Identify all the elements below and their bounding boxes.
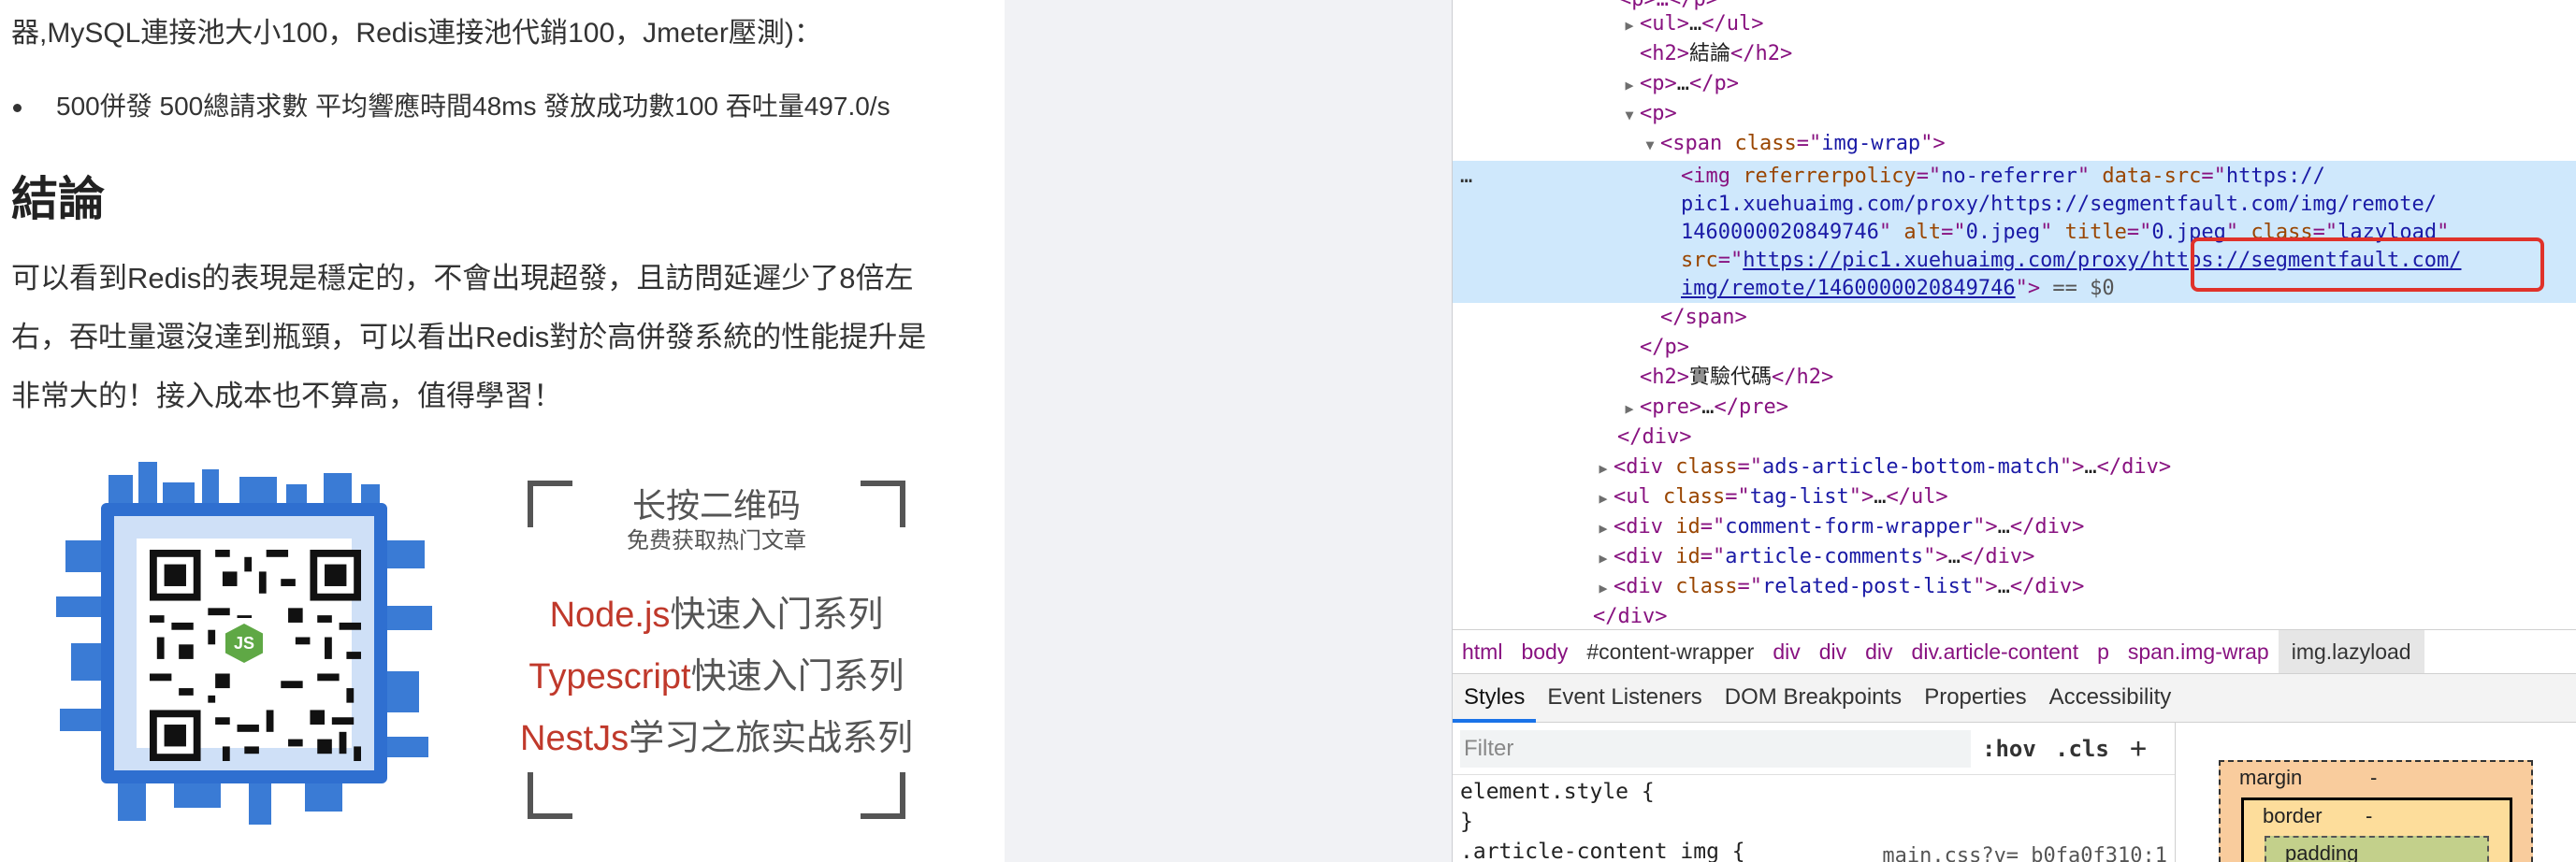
expand-arrow-icon[interactable]: ▶: [1593, 453, 1614, 483]
style-rule-selector[interactable]: .article-content img {: [1460, 837, 1745, 862]
styles-pane: :hov .cls + element.style { } .article-c…: [1453, 723, 2175, 862]
new-style-rule-button[interactable]: +: [2130, 730, 2147, 768]
box-model-pane: margin - border - padding: [2175, 723, 2576, 862]
more-actions-icon[interactable]: …: [1460, 165, 1472, 188]
dom-node-div-related[interactable]: ▶ <div class="related-post-list">…</div>: [1453, 572, 2576, 602]
article-panel: 器,MySQL連接池大小100，Redis連接池代銷100，Jmeter壓測)：…: [0, 0, 1005, 862]
dom-node-pre[interactable]: ▶ <pre>…</pre>: [1453, 393, 2576, 423]
dom-node-div-article-comments[interactable]: ▶ <div id="article-comments">…</div>: [1453, 542, 2576, 572]
paragraph-line: 可以看到Redis的表現是穩定的，不會出現超發，且訪問延遲少了8倍左: [11, 262, 914, 295]
article-paragraph: 可以看到Redis的表現是穩定的，不會出現超發，且訪問延遲少了8倍左 右，吞吐量…: [11, 249, 993, 425]
collapse-arrow-icon[interactable]: ▼: [1619, 100, 1640, 130]
hover-state-toggle[interactable]: :hov: [1982, 730, 2036, 768]
style-rule-selector[interactable]: element.style {: [1460, 777, 1745, 807]
promo-item-nodejs: Node.js快速入门系列: [549, 596, 884, 635]
dom-node-close-div[interactable]: </div>: [1453, 602, 2576, 632]
dom-node-close-p[interactable]: </p>: [1453, 333, 2576, 363]
breadcrumb-div[interactable]: div: [1856, 630, 1902, 673]
devtools-panel: <p>…</p> ▶<ul>…</ul> <h2>結論</h2> ▶<p>…</…: [1452, 0, 2576, 862]
dom-node-h2[interactable]: <h2>結論</h2>: [1453, 39, 2576, 69]
img-src-link[interactable]: img/remote/1460000020849746: [1681, 277, 2016, 300]
breadcrumb-body[interactable]: body: [1512, 630, 1577, 673]
class-toggle[interactable]: .cls: [2055, 730, 2109, 768]
page-background-gutter: [1005, 0, 1452, 862]
breadcrumb-html[interactable]: html: [1453, 630, 1512, 673]
promo-subtitle: 免费获取热门文章: [627, 528, 806, 553]
style-source-link[interactable]: main.css?v=_b0fa0f310:1: [1882, 844, 2167, 862]
expand-arrow-icon[interactable]: ▶: [1619, 70, 1640, 100]
style-rule-close: }: [1460, 810, 1473, 834]
expand-arrow-icon[interactable]: ▶: [1593, 573, 1614, 603]
promo-text-block: 长按二维码 免费获取热门文章 Node.js快速入门系列 Typescript快…: [520, 473, 913, 823]
promo-banner-image: JS 长按二维码 免费获取热门文章 Node.js快速入门系列 Typescri…: [52, 456, 913, 830]
tab-dom-breakpoints[interactable]: DOM Breakpoints: [1714, 674, 1913, 721]
tab-accessibility[interactable]: Accessibility: [2038, 674, 2183, 721]
tab-styles[interactable]: Styles: [1453, 674, 1537, 723]
dom-node-p[interactable]: ▶ <p>…</p>: [1453, 69, 2576, 99]
dom-node-div-comment-form[interactable]: ▶ <div id="comment-form-wrapper">…</div>: [1453, 512, 2576, 542]
dom-node-close-div[interactable]: </div>: [1453, 423, 2576, 453]
breadcrumb-div[interactable]: div: [1763, 630, 1809, 673]
breadcrumb-content-wrapper[interactable]: #content-wrapper: [1577, 630, 1763, 673]
dom-node-ul[interactable]: ▶ <ul>…</ul>: [1453, 9, 2576, 39]
breadcrumb-p[interactable]: p: [2088, 630, 2119, 673]
styles-filter-input[interactable]: [1460, 730, 1971, 768]
styles-filter-bar: :hov .cls +: [1453, 723, 2175, 775]
breadcrumb-div[interactable]: div: [1810, 630, 1856, 673]
breadcrumb-img-lazyload[interactable]: img.lazyload: [2278, 630, 2424, 673]
breadcrumb-span-img-wrap[interactable]: span.img-wrap: [2119, 630, 2279, 673]
dom-node-close-span[interactable]: </span>: [1453, 303, 2576, 333]
collapse-arrow-icon[interactable]: ▼: [1640, 130, 1660, 160]
box-model-margin[interactable]: margin - border - padding: [2219, 760, 2533, 862]
paragraph-line: 右，吞吐量還沒達到瓶頸，可以看出Redis對於高併發系統的性能提升是: [11, 321, 927, 353]
bullet-text: 500併發 500總請求數 平均響應時間48ms 發放成功數100 吞吐量497…: [56, 92, 890, 121]
dom-breadcrumb: html body #content-wrapper div div div div.art…: [1453, 629, 2576, 674]
qr-code-container: JS: [101, 503, 387, 783]
tab-properties[interactable]: Properties: [1913, 674, 2037, 721]
breadcrumb-article-content[interactable]: div.article-content: [1903, 630, 2089, 673]
dom-node-ul-tag-list[interactable]: ▶ <ul class="tag-list">…</ul>: [1453, 482, 2576, 512]
tab-event-listeners[interactable]: Event Listeners: [1536, 674, 1713, 721]
paragraph-line: 非常大的！接入成本也不算高，值得學習！: [11, 380, 562, 412]
article-text-line: 器,MySQL連接池大小100，Redis連接池代銷100，Jmeter壓測)：: [11, 18, 822, 49]
expand-arrow-icon[interactable]: ▶: [1593, 543, 1614, 573]
article-bullet-item: 500併發 500總請求數 平均響應時間48ms 發放成功數100 吞吐量497…: [13, 88, 890, 125]
box-model-border[interactable]: border - padding: [2241, 797, 2512, 862]
sidebar-tabs: Styles Event Listeners DOM Breakpoints Prop…: [1453, 674, 2576, 723]
promo-item-typescript: Typescript快速入门系列: [528, 657, 904, 697]
style-rules: element.style { } .article-content img {: [1460, 777, 1745, 862]
highlight-annotation-box: [2191, 237, 2544, 292]
expand-arrow-icon[interactable]: ▶: [1619, 394, 1640, 424]
expand-arrow-icon[interactable]: ▶: [1619, 10, 1640, 40]
article-heading: 結論: [11, 173, 105, 225]
promo-item-nestjs: NestJs学习之旅实战系列: [520, 719, 914, 758]
dom-node-span-img-wrap[interactable]: ▼ <span class="img-wrap">: [1453, 129, 2576, 159]
promo-title: 长按二维码: [631, 486, 801, 524]
dom-node-p-expanded[interactable]: ▼ <p>: [1453, 99, 2576, 129]
expand-arrow-icon[interactable]: ▶: [1593, 483, 1614, 513]
qr-code-frame: JS: [52, 456, 436, 830]
nodejs-logo-icon: JS: [219, 618, 269, 668]
dom-node-div-ads[interactable]: ▶ <div class="ads-article-bottom-match">……: [1453, 453, 2576, 482]
dom-node-h2[interactable]: <h2>實驗代碼</h2>: [1453, 363, 2576, 393]
expand-arrow-icon[interactable]: ▶: [1593, 513, 1614, 543]
box-model-padding[interactable]: padding: [2265, 836, 2489, 862]
